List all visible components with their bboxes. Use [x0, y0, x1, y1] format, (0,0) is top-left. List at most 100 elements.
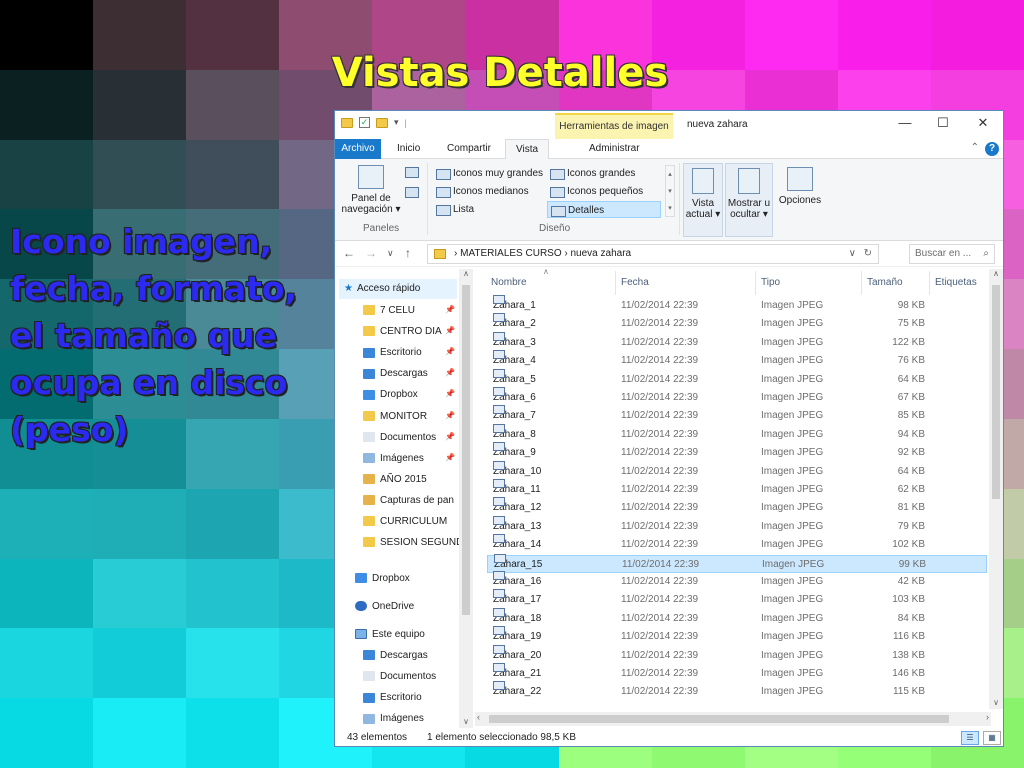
table-row[interactable]: Zahara_7 11/02/2014 22:39 Imagen JPEG 85 KB [487, 405, 987, 425]
table-row[interactable]: Zahara_8 11/02/2014 22:39 Imagen JPEG 94 KB [487, 423, 987, 444]
large-icons-view-button[interactable]: ▦ [983, 731, 1001, 745]
navigation-pane-button[interactable]: Panel de navegación ▾ [339, 165, 403, 215]
table-row[interactable]: Zahara_11 11/02/2014 22:39 Imagen JPEG 62 K… [487, 479, 987, 499]
scroll-right-arrow-icon[interactable]: › [986, 712, 989, 722]
table-row[interactable]: Zahara_4 11/02/2014 22:39 Imagen JPEG 76 KB [487, 350, 987, 370]
details-pane-icon[interactable] [405, 187, 419, 198]
forward-icon[interactable]: → [365, 246, 377, 260]
refresh-icon[interactable]: ↻ [864, 245, 872, 263]
nav-this-pc-item[interactable]: Descargas [363, 646, 459, 666]
new-folder-icon[interactable] [376, 117, 388, 128]
collapse-ribbon-icon[interactable]: ⌃ [971, 142, 979, 153]
file-size: 116 KB [892, 631, 925, 643]
search-input[interactable]: Buscar en ... ⌕ [909, 244, 995, 264]
scroll-down-arrow-icon[interactable]: ∨ [989, 698, 1003, 707]
current-view-button[interactable]: Vista actual ▾ [683, 163, 723, 237]
show-hide-button[interactable]: Mostrar u ocultar ▾ [725, 163, 773, 237]
folder-icon [363, 410, 375, 421]
layout-large-icons[interactable]: Iconos grandes [547, 165, 663, 182]
nav-this-pc-item[interactable]: Documentos [363, 667, 459, 687]
layout-details[interactable]: Detalles [547, 201, 661, 218]
layout-extra-large-icons[interactable]: Iconos muy grandes [433, 165, 547, 182]
nav-quick-access-item[interactable]: SESION SEGUND [363, 533, 459, 553]
back-icon[interactable]: ← [343, 246, 355, 260]
table-row[interactable]: Zahara_18 11/02/2014 22:39 Imagen JPEG 84 K… [487, 607, 987, 628]
customize-toolbar-icon[interactable]: ▾ [394, 117, 399, 128]
recent-locations-icon[interactable]: ∨ [387, 248, 394, 259]
nav-this-pc[interactable]: Este equipo [355, 625, 465, 645]
table-row[interactable]: Zahara_1 11/02/2014 22:39 Imagen JPEG 98 KB [487, 295, 987, 315]
table-row[interactable]: Zahara_13 11/02/2014 22:39 Imagen JPEG 79 K… [487, 515, 987, 536]
file-type: Imagen JPEG [761, 392, 824, 403]
folder-icon [363, 368, 375, 379]
scroll-up-arrow-icon[interactable]: ∧ [459, 269, 473, 278]
preview-pane-icon[interactable] [405, 167, 419, 178]
table-row[interactable]: Zahara_2 11/02/2014 22:39 Imagen JPEG 75 KB [487, 313, 987, 333]
layout-scroll-arrows-icon[interactable]: ▴ ▾ ▾ [665, 165, 675, 217]
tab-archivo[interactable]: Archivo [335, 139, 381, 159]
navigation-scroll-thumb[interactable] [462, 285, 470, 615]
scroll-left-arrow-icon[interactable]: ‹ [477, 712, 480, 722]
pin-icon: 📌 [445, 368, 455, 378]
scroll-down-arrow-icon[interactable]: ∨ [459, 717, 473, 726]
table-row[interactable]: Zahara_6 11/02/2014 22:39 Imagen JPEG 67 KB [487, 387, 987, 407]
close-button[interactable]: ✕ [963, 115, 1003, 131]
nav-onedrive[interactable]: OneDrive [355, 597, 465, 617]
column-divider [929, 271, 930, 295]
breadcrumb-materiales-curso[interactable]: MATERIALES CURSO [460, 248, 562, 259]
column-header-name[interactable]: Nombre [491, 277, 527, 288]
details-view-button[interactable]: ☰ [961, 731, 979, 745]
column-header-tags[interactable]: Etiquetas [935, 277, 977, 288]
file-date: 11/02/2014 22:39 [621, 631, 699, 643]
nav-quick-access-item[interactable]: Capturas de pan [363, 491, 459, 511]
nav-this-pc-item[interactable]: Imágenes [363, 709, 459, 728]
table-row[interactable]: Zahara_10 11/02/2014 22:39 Imagen JPEG 64 K… [487, 460, 987, 481]
nav-quick-access[interactable]: ★ Acceso rápido [339, 279, 457, 299]
tab-compartir[interactable]: Compartir [437, 139, 501, 159]
tab-inicio[interactable]: Inicio [387, 139, 430, 159]
table-row[interactable]: Zahara_3 11/02/2014 22:39 Imagen JPEG 122 K… [487, 331, 987, 352]
properties-icon[interactable]: ✓ [359, 117, 370, 128]
image-file-icon [493, 589, 505, 599]
table-row[interactable]: Zahara_9 11/02/2014 22:39 Imagen JPEG 92 KB [487, 442, 987, 462]
layout-list[interactable]: Lista [433, 201, 547, 218]
table-row[interactable]: Zahara_16 11/02/2014 22:39 Imagen JPEG 42 K… [487, 571, 987, 591]
nav-item-label: Documentos [380, 431, 437, 443]
nav-quick-access-item[interactable]: AÑO 2015 [363, 470, 459, 490]
tab-vista[interactable]: Vista [505, 139, 550, 160]
nav-dropbox-root[interactable]: Dropbox [355, 569, 465, 589]
table-row[interactable]: Zahara_12 11/02/2014 22:39 Imagen JPEG 81 K… [487, 497, 987, 517]
breadcrumb-nueva-zahara[interactable]: nueva zahara [571, 248, 632, 259]
scroll-up-arrow-icon[interactable]: ∧ [989, 269, 1003, 278]
table-row[interactable]: Zahara_15 11/02/2014 22:39 Imagen JPEG 99 K… [487, 553, 987, 573]
nav-quick-access-item[interactable]: CURRICULUM [363, 512, 459, 532]
nav-this-pc-item[interactable]: Escritorio [363, 688, 459, 708]
horizontal-scrollbar[interactable]: ‹ › [475, 712, 991, 726]
table-row[interactable]: Zahara_14 11/02/2014 22:39 Imagen JPEG 102 … [487, 534, 987, 554]
layout-medium-icons[interactable]: Iconos medianos [433, 183, 547, 200]
table-row[interactable]: Zahara_19 11/02/2014 22:39 Imagen JPEG 116 … [487, 626, 987, 646]
file-list-scrollbar[interactable]: ∧ ∨ [989, 269, 1003, 709]
column-header-date[interactable]: Fecha [621, 277, 649, 288]
tab-administrar[interactable]: Administrar [579, 139, 650, 159]
maximize-button[interactable]: ☐ [923, 115, 963, 131]
options-button[interactable]: Opciones [777, 167, 823, 206]
up-icon[interactable]: ↑ [405, 246, 411, 260]
nav-item-label: Escritorio [380, 347, 422, 359]
table-row[interactable]: Zahara_20 11/02/2014 22:39 Imagen JPEG 138 … [487, 644, 987, 665]
nav-onedrive-label: OneDrive [372, 601, 415, 612]
help-icon[interactable]: ? [985, 142, 999, 156]
horizontal-scroll-thumb[interactable] [489, 715, 949, 723]
navigation-scrollbar[interactable]: ∧ ∨ [459, 269, 473, 728]
table-row[interactable]: Zahara_5 11/02/2014 22:39 Imagen JPEG 64 KB [487, 368, 987, 389]
minimize-button[interactable]: — [885, 115, 925, 130]
table-row[interactable]: Zahara_22 11/02/2014 22:39 Imagen JPEG 115 … [487, 681, 987, 701]
address-dropdown-icon[interactable]: ∨ [849, 245, 856, 263]
file-list-scroll-thumb[interactable] [992, 285, 1000, 499]
column-header-type[interactable]: Tipo [761, 277, 780, 288]
layout-small-icons[interactable]: Iconos pequeños [547, 183, 663, 200]
table-row[interactable]: Zahara_17 11/02/2014 22:39 Imagen JPEG 103 … [487, 589, 987, 609]
address-bar[interactable]: › MATERIALES CURSO › nueva zahara ∨ ↻ [427, 244, 879, 264]
table-row[interactable]: Zahara_21 11/02/2014 22:39 Imagen JPEG 146 … [487, 663, 987, 683]
column-header-size[interactable]: Tamaño [867, 277, 903, 288]
